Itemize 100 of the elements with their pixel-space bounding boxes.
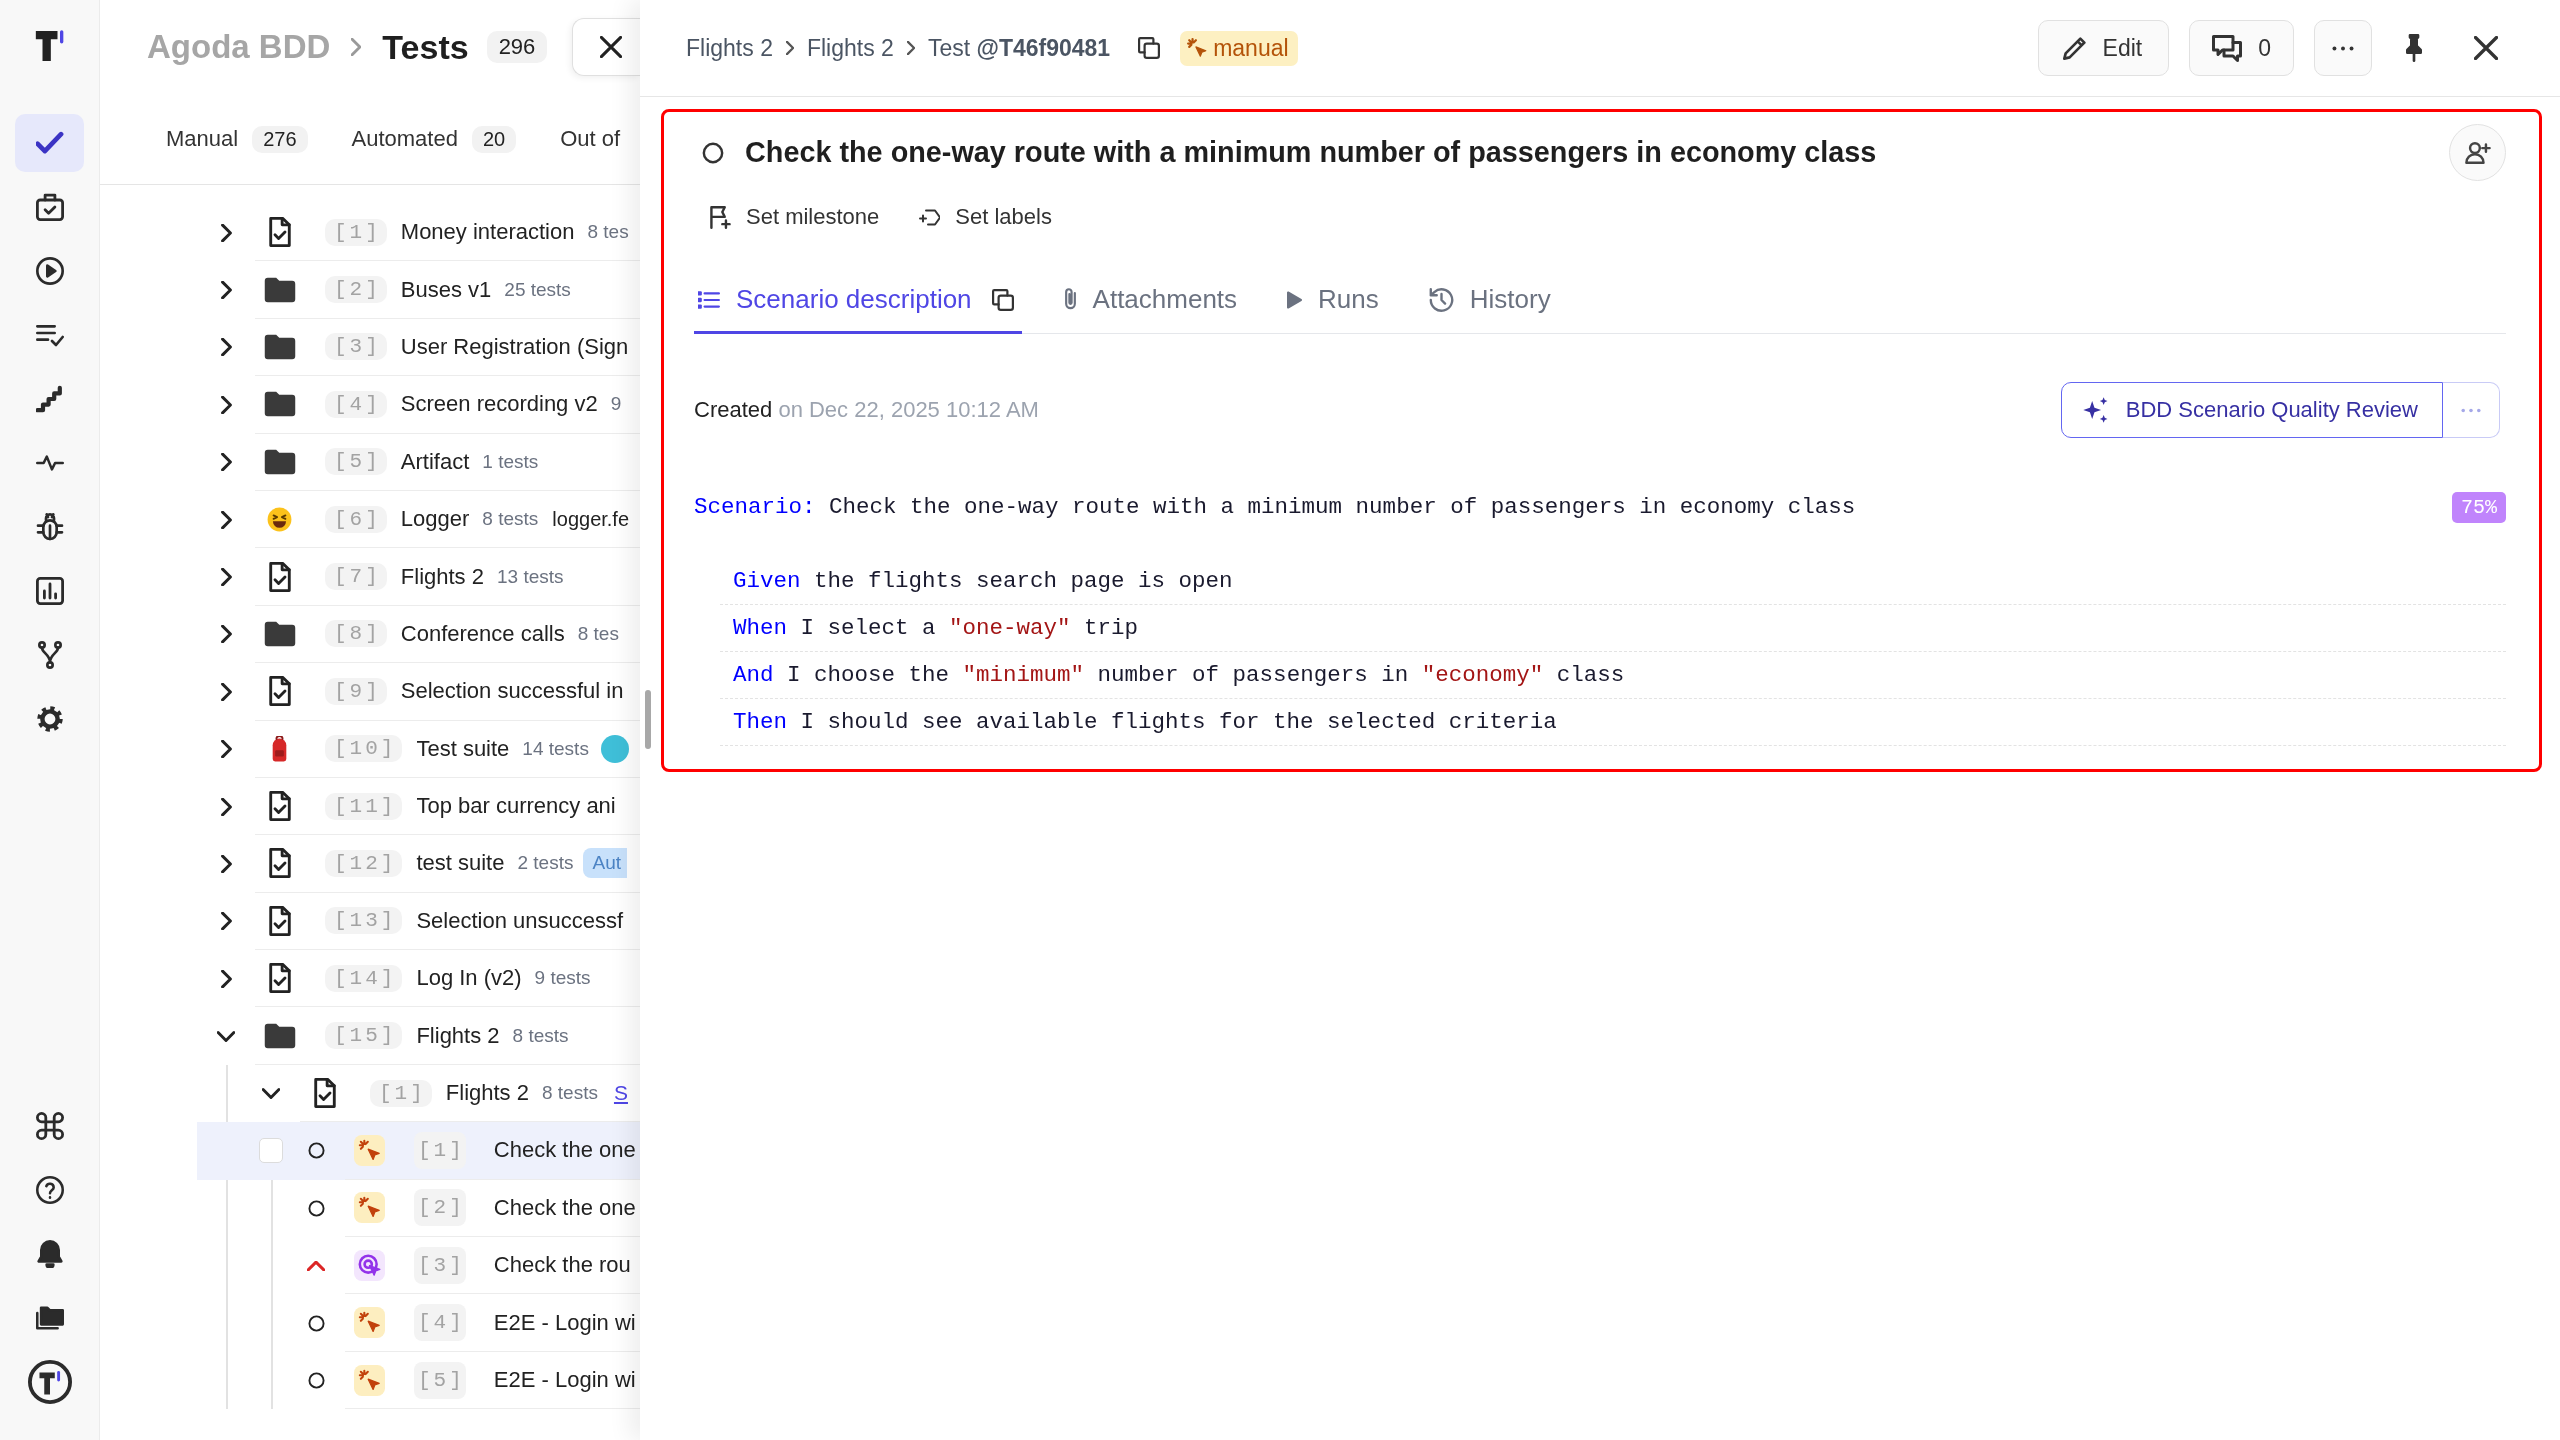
breadcrumb-link[interactable]: Flights 2 [686,34,773,62]
help-icon [35,1176,64,1204]
copy-icon[interactable] [991,288,1014,311]
person-plus-icon [2464,141,2491,164]
copy-icon[interactable] [1138,37,1161,59]
item-number: [1] [325,218,387,246]
scenario-step: Given the flights search page is open [720,558,2506,605]
pin-icon[interactable] [2406,34,2422,62]
paperclip-icon [1063,287,1077,312]
suite-name[interactable]: Buses v1 [400,276,492,303]
item-number: [15] [325,1022,403,1050]
view-tab[interactable]: Out of [560,126,621,152]
item-number: [1] [370,1079,432,1107]
labels-button[interactable]: Set labels [919,204,1052,230]
list-icon [698,290,720,309]
document-check-icon [268,905,291,936]
cursor-click-icon [1187,38,1208,58]
suite-tag: Aut [583,848,627,879]
folder-icon [263,448,296,475]
gear-icon [35,705,64,733]
test-case-title: Check the rou [493,1252,631,1279]
edit-button[interactable]: Edit [2037,20,2170,76]
chevron-right-icon[interactable] [220,453,232,472]
item-number: [4] [414,1304,466,1342]
chevron-right-icon[interactable] [220,510,232,529]
item-number: [8] [325,620,387,648]
laughing-face-icon [267,506,292,532]
quality-score: 75% [2452,491,2506,523]
item-number: [6] [325,505,387,533]
folder-icon [263,1022,296,1049]
suite-name[interactable]: User Registration (Sign [400,333,629,360]
suite-name[interactable]: Flights 2 [445,1080,529,1107]
suite-name[interactable]: Selection successful in [400,678,624,705]
chevron-right-icon[interactable] [220,682,232,701]
test-count: 2 tests [517,852,574,875]
chevron-right-icon[interactable] [220,625,232,644]
suite-name[interactable]: Logger [400,506,470,533]
test-id: Test @T46f90481 [927,34,1111,62]
chevron-right-icon[interactable] [220,740,232,759]
close-icon[interactable] [2474,36,2498,60]
suite-name[interactable]: Conference calls [400,620,565,647]
item-number: [13] [325,907,403,935]
check-icon [35,129,64,157]
view-tab[interactable]: Manual 276 [166,125,308,153]
suite-name[interactable]: Money interaction [400,219,575,246]
chevron-right-icon[interactable] [220,797,232,816]
tab[interactable]: Scenario description [694,268,1022,334]
chevron-right-icon[interactable] [220,338,232,357]
folder-icon [263,276,296,303]
item-number: [3] [325,333,387,361]
tab[interactable]: Attachments [1059,268,1246,334]
chevron-down-icon[interactable] [217,1030,235,1042]
chevron-right-icon[interactable] [220,855,232,873]
play-circle-icon [35,257,64,285]
page-title: Tests [382,27,469,67]
test-count: 14 tests [522,737,589,760]
command-icon [35,1112,64,1140]
breadcrumb-link[interactable]: Flights 2 [806,34,894,62]
chevron-right-icon[interactable] [220,969,232,988]
suite-name[interactable]: Test suite [416,735,510,762]
close-button[interactable] [572,18,640,76]
chevron-right-icon[interactable] [220,395,232,414]
fork-icon [35,641,64,669]
close-icon [599,36,622,58]
nav-button[interactable] [15,114,84,172]
suite-name[interactable]: test suite [416,850,505,877]
tab[interactable]: History [1424,268,1559,334]
suite-name[interactable]: Top bar currency ani [416,793,616,820]
suite-name[interactable]: Log In (v2) [416,965,522,992]
suite-link[interactable]: S [613,1081,628,1106]
folder-icon [263,620,296,647]
folders-icon [35,1304,64,1332]
chevron-right-icon[interactable] [220,912,232,931]
row-checkbox[interactable] [259,1138,283,1164]
quality-review-button[interactable]: BDD Scenario Quality Review [2060,382,2443,438]
test-count: 1 tests [482,450,539,473]
comments-button[interactable]: 0 [2189,20,2294,76]
tab[interactable]: Runs [1283,268,1387,334]
suite-name[interactable]: Flights 2 [400,563,484,590]
test-case-row[interactable]: [1] Check the one [197,1122,640,1180]
item-number: [12] [325,850,403,877]
chevron-right-icon[interactable] [220,223,232,242]
stairs-icon [35,385,64,413]
item-number: [14] [325,964,403,992]
test-case-title: E2E - Login wi [493,1309,636,1336]
chevron-right-icon[interactable] [220,568,232,587]
suite-name[interactable]: Selection unsuccessf [416,907,624,934]
milestone-button[interactable]: Set milestone [710,204,880,230]
test-case-title: Check the one [493,1137,636,1164]
scrollbar-thumb[interactable] [645,690,651,749]
item-number: [2] [325,276,387,304]
chevron-right-icon[interactable] [220,281,232,300]
backpack-icon [271,735,288,762]
suite-name[interactable]: Flights 2 [416,1022,500,1049]
view-tab[interactable]: Automated 20 [351,125,517,153]
chevron-down-icon[interactable] [262,1088,280,1100]
suite-name[interactable]: Screen recording v2 [400,391,598,418]
suite-name[interactable]: Artifact [400,448,470,475]
test-count: 8 tests [541,1082,598,1105]
item-number: [9] [325,677,387,705]
